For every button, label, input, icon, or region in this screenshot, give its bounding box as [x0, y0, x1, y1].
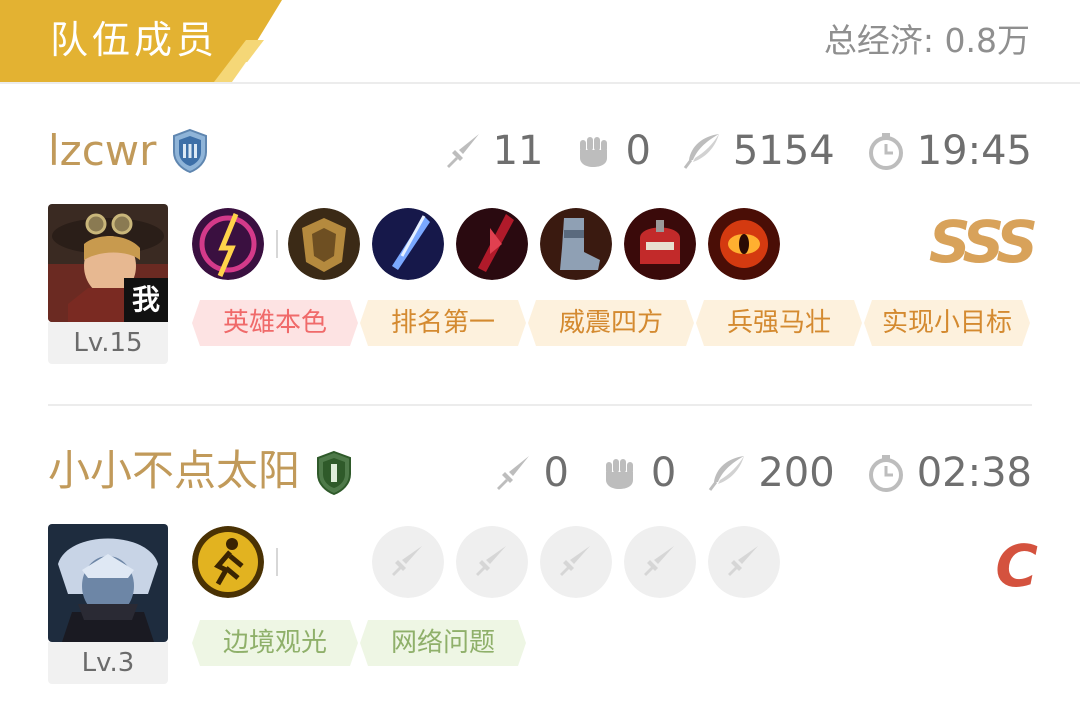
tag-item: 兵强马壮	[696, 300, 862, 346]
empty-slot-icon	[624, 526, 696, 598]
avatar	[48, 524, 168, 642]
total-economy: 总经济: 0.8万	[823, 21, 1030, 60]
assists-value: 0	[625, 128, 651, 174]
shield-rank-green-icon	[317, 450, 351, 496]
assists-stat: 0	[599, 448, 676, 498]
armor-icon[interactable]	[288, 208, 360, 280]
gold-stat: 5154	[681, 126, 835, 176]
player-level: Lv.15	[48, 322, 168, 364]
player-avatar[interactable]: 我 Lv.15	[48, 204, 168, 368]
player-stats: 0 0 200 02:38	[461, 448, 1032, 498]
fist-icon	[605, 459, 633, 489]
eye-icon[interactable]	[708, 208, 780, 280]
team-members-tab[interactable]: 队伍成员	[0, 0, 282, 82]
empty-slot-icon	[708, 526, 780, 598]
kills-value: 11	[492, 128, 544, 174]
shield-rank-icon	[173, 128, 207, 174]
item-separator	[276, 548, 278, 576]
kills-value: 0	[543, 450, 569, 496]
blade-icon[interactable]	[372, 208, 444, 280]
tag-item: 实现小目标	[864, 300, 1030, 346]
assists-value: 0	[650, 450, 677, 496]
time-stat: 02:38	[865, 448, 1032, 498]
player-stats: 11 0 5154 19:45	[411, 126, 1032, 176]
assists-stat: 0	[573, 126, 651, 176]
player-avatar[interactable]: Lv.3	[48, 524, 168, 688]
sword-icon	[446, 134, 479, 168]
tag-item: 排名第一	[360, 300, 526, 346]
gold-value: 5154	[732, 128, 835, 174]
me-badge: 我	[124, 278, 168, 322]
stopwatch-icon	[868, 455, 903, 492]
time-value: 19:45	[916, 128, 1032, 174]
helmet-icon[interactable]	[624, 208, 696, 280]
gold-value: 200	[758, 450, 835, 496]
player-name: 小小不点太阳	[48, 446, 301, 495]
tag-item: 边境观光	[192, 620, 358, 666]
fist-icon	[580, 137, 608, 167]
spell-icon[interactable]	[192, 208, 264, 280]
sword-icon	[497, 456, 530, 490]
crimson-blade-icon[interactable]	[456, 208, 528, 280]
empty-slot-icon	[540, 526, 612, 598]
feather-icon	[683, 134, 719, 169]
time-stat: 19:45	[865, 126, 1032, 176]
empty-slot-icon	[456, 526, 528, 598]
kills-stat: 11	[441, 126, 544, 176]
sprint-spell-icon[interactable]	[192, 526, 264, 598]
stopwatch-icon	[868, 133, 903, 170]
tag-item: 英雄本色	[192, 300, 358, 346]
feather-icon	[709, 456, 745, 491]
team-header: 队伍成员 总经济: 0.8万	[0, 0, 1080, 84]
boots-icon[interactable]	[540, 208, 612, 280]
row-divider	[48, 404, 1032, 406]
performance-rating: SSS	[928, 208, 1038, 276]
tag-item: 网络问题	[360, 620, 526, 666]
tag-item: 威震四方	[528, 300, 694, 346]
time-value: 02:38	[916, 450, 1032, 496]
gold-stat: 200	[706, 448, 835, 498]
player-name: lzcwr	[48, 126, 157, 175]
kills-stat: 0	[491, 448, 569, 498]
page-title: 队伍成员	[50, 18, 219, 62]
empty-slot-icon	[372, 526, 444, 598]
player-level: Lv.3	[48, 642, 168, 684]
item-separator	[276, 230, 278, 258]
performance-rating: C	[995, 532, 1038, 600]
